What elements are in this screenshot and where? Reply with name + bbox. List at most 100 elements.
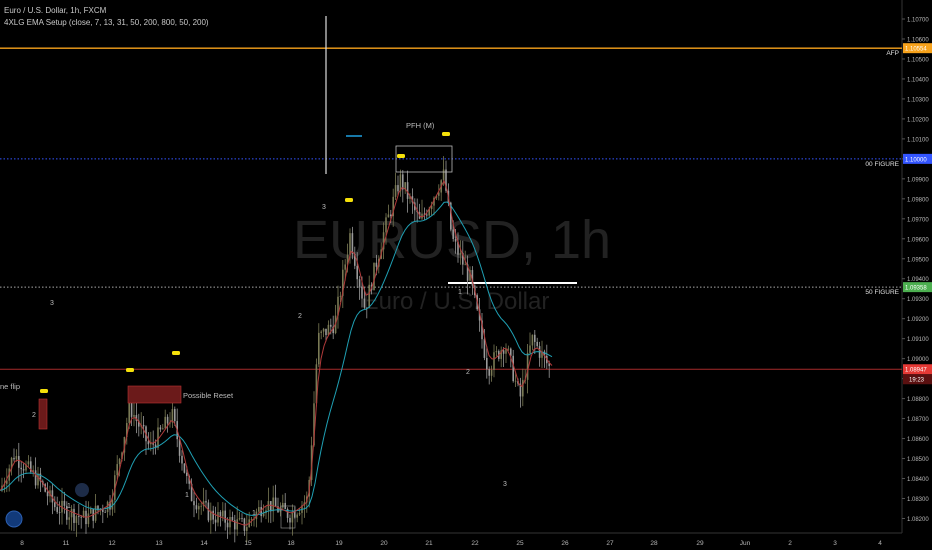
candle-body	[205, 501, 207, 503]
flip-zone-box	[38, 398, 48, 430]
pfh-label: PFH (M)	[406, 121, 435, 130]
candle-body	[224, 510, 226, 523]
candle-body	[344, 264, 346, 270]
x-tick-label: 26	[561, 540, 569, 547]
candle-body	[368, 284, 370, 308]
candle-body	[15, 456, 18, 460]
candle-body	[426, 214, 428, 216]
candle-body	[339, 295, 342, 297]
x-tick-label: 11	[63, 540, 70, 547]
candle-body	[505, 348, 507, 354]
candle-body	[387, 214, 390, 218]
x-tick-label: 27	[606, 540, 614, 547]
candle-body	[464, 264, 466, 266]
candle-body	[13, 457, 15, 460]
candle-body	[106, 501, 109, 513]
candle-body	[327, 324, 330, 336]
x-tick-label: 15	[244, 540, 252, 547]
marker-pill	[172, 351, 180, 355]
y-tick-label: 1.08600	[907, 437, 929, 443]
price-chart[interactable]: EURUSD, 1hEuro / U.S. Dollar1.107001.106…	[0, 0, 932, 550]
candle-body	[272, 497, 274, 512]
candle-body	[397, 185, 399, 192]
countdown-text: 19:23	[909, 378, 925, 384]
candle-body	[534, 334, 536, 342]
candle-body	[157, 427, 159, 448]
candle-body	[490, 369, 493, 376]
x-tick-label: 4	[878, 540, 882, 547]
level-label: 50 FIGURE	[865, 289, 899, 296]
candle-body	[241, 518, 243, 519]
candle-body	[20, 467, 22, 470]
x-tick-label: Jun	[740, 540, 751, 547]
candle-body	[34, 470, 37, 486]
wave-1-label: 1	[185, 492, 189, 499]
candle-body	[258, 507, 260, 512]
wave-3-label: 3	[322, 204, 326, 211]
candle-body	[289, 517, 291, 523]
candle-body	[219, 512, 222, 517]
candle-body	[22, 469, 25, 471]
level-label: 00 FIGURE	[865, 161, 899, 168]
wave-3-label: 3	[503, 481, 507, 488]
marker-pill	[345, 198, 353, 202]
candle-body	[159, 427, 162, 430]
candle-body	[512, 355, 514, 382]
wave-1-label: 1	[67, 503, 71, 510]
y-tick-label: 1.10600	[907, 37, 929, 43]
candle-body	[212, 510, 214, 520]
marker-pill	[126, 368, 134, 372]
y-tick-label: 1.08400	[907, 477, 929, 483]
candle-body	[54, 502, 56, 508]
y-tick-label: 1.09900	[907, 177, 929, 183]
candle-body	[373, 262, 375, 291]
candle-body	[198, 506, 200, 510]
candle-body	[298, 512, 301, 515]
marker-pill	[397, 154, 405, 158]
candle-body	[483, 339, 486, 358]
candle-body	[217, 512, 219, 523]
candle-body	[488, 369, 490, 376]
candle-body	[183, 463, 186, 473]
candle-body	[296, 514, 298, 518]
candle-body	[351, 233, 354, 254]
candle-body	[222, 510, 224, 517]
candle-body	[58, 512, 61, 513]
candle-body	[274, 497, 277, 507]
candle-body	[90, 508, 92, 514]
candle-body	[166, 416, 169, 424]
marker-pill	[442, 132, 450, 136]
y-tick-label: 1.09800	[907, 197, 929, 203]
candle-body	[147, 441, 150, 445]
symbol-title: Euro / U.S. Dollar, 1h, FXCM	[4, 6, 107, 15]
indicator-legend[interactable]: 4XLG EMA Setup (close, 7, 13, 31, 50, 20…	[4, 18, 209, 27]
y-tick-label: 1.10100	[907, 137, 929, 143]
candle-body	[193, 501, 195, 506]
candle-body	[164, 416, 166, 429]
x-tick-label: 8	[20, 540, 24, 547]
candle-body	[195, 505, 198, 510]
candle-body	[128, 403, 130, 424]
candle-body	[375, 262, 378, 267]
candle-body	[514, 380, 517, 382]
x-tick-label: 28	[650, 540, 658, 547]
x-tick-label: 2	[788, 540, 792, 547]
candle-body	[325, 328, 327, 336]
candle-body	[361, 286, 363, 299]
y-tick-label: 1.10200	[907, 117, 929, 123]
candle-body	[442, 169, 445, 181]
y-tick-label: 1.08700	[907, 417, 929, 423]
y-tick-label: 1.08800	[907, 397, 929, 403]
reset-zone-box	[127, 385, 182, 404]
candle-body	[282, 502, 284, 508]
candle-body	[162, 428, 164, 430]
candle-body	[390, 214, 392, 217]
candle-body	[73, 508, 75, 523]
price-label-value: 1.09358	[905, 286, 927, 292]
candle-body	[133, 415, 135, 417]
candle-body	[174, 409, 176, 422]
candle-body	[118, 459, 121, 465]
price-label-value: 1.08947	[905, 368, 927, 374]
price-label-value: 1.10000	[905, 157, 927, 163]
y-tick-label: 1.08200	[907, 517, 929, 523]
